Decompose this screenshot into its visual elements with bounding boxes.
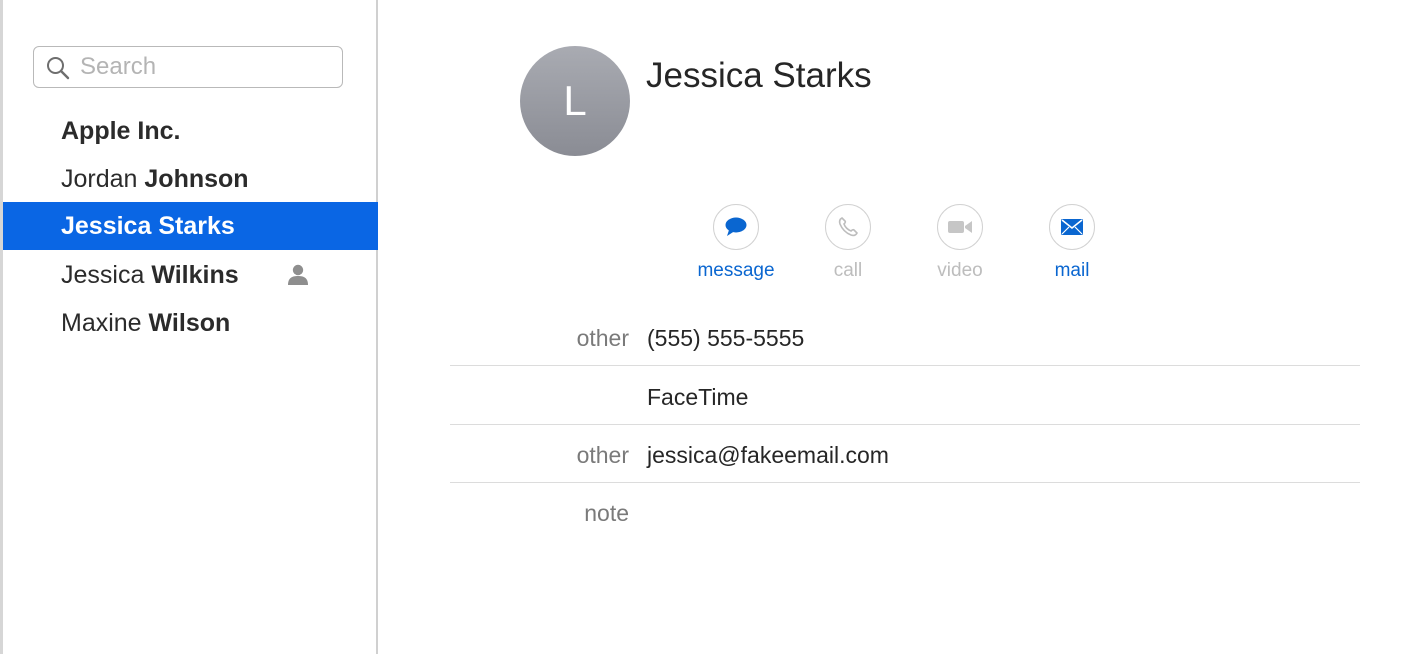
field-row-email: other jessica@fakeemail.com [450, 424, 1360, 483]
person-icon [288, 264, 308, 285]
call-button[interactable]: call [798, 204, 898, 282]
contact-last-name: Johnson [144, 165, 249, 193]
message-bubble-icon [725, 217, 747, 236]
field-label: other [576, 442, 629, 468]
field-label: other [576, 325, 629, 351]
message-label: message [697, 260, 775, 281]
call-label: call [833, 260, 863, 281]
contact-item-jordan-johnson[interactable]: Jordan Johnson [3, 155, 378, 203]
field-row-facetime: FaceTime [450, 366, 1360, 425]
field-row-phone: other (555) 555-5555 [450, 307, 1360, 366]
contact-first-name: Jessica [61, 212, 152, 240]
field-row-note: note [450, 482, 1360, 540]
contact-item-jessica-wilkins[interactable]: Jessica Wilkins [3, 251, 378, 299]
phone-icon [838, 217, 858, 237]
contact-name-title: Jessica Starks [646, 56, 872, 95]
video-camera-icon [948, 221, 972, 233]
contact-last-name: Starks [158, 212, 235, 240]
contact-item-jessica-starks[interactable]: Jessica Starks [3, 202, 378, 250]
contact-first-name: Maxine [61, 309, 142, 337]
mail-label: mail [1054, 260, 1090, 281]
search-input[interactable] [80, 52, 330, 82]
contact-item-maxine-wilson[interactable]: Maxine Wilson [3, 299, 378, 347]
phone-value[interactable]: (555) 555-5555 [647, 325, 804, 352]
message-button[interactable]: message [686, 204, 786, 282]
facetime-value[interactable]: FaceTime [647, 384, 748, 411]
contact-first-name: Jessica [61, 261, 145, 289]
search-field[interactable] [33, 46, 343, 88]
contact-last-name: Wilson [148, 309, 231, 337]
video-button[interactable]: video [910, 204, 1010, 282]
contact-last-name: Wilkins [151, 261, 239, 289]
mail-button[interactable]: mail [1022, 204, 1122, 282]
contacts-sidebar: Apple Inc. Jordan Johnson Jessica Starks… [0, 0, 378, 654]
envelope-icon [1061, 219, 1083, 235]
avatar[interactable]: L [520, 46, 630, 156]
search-icon [47, 57, 70, 80]
field-label: note [584, 500, 629, 526]
video-label: video [937, 260, 983, 281]
contact-item-apple-inc[interactable]: Apple Inc. [3, 107, 378, 155]
contact-first-name: Jordan [61, 165, 138, 193]
contact-name: Apple Inc. [61, 117, 181, 145]
email-value[interactable]: jessica@fakeemail.com [647, 442, 889, 469]
